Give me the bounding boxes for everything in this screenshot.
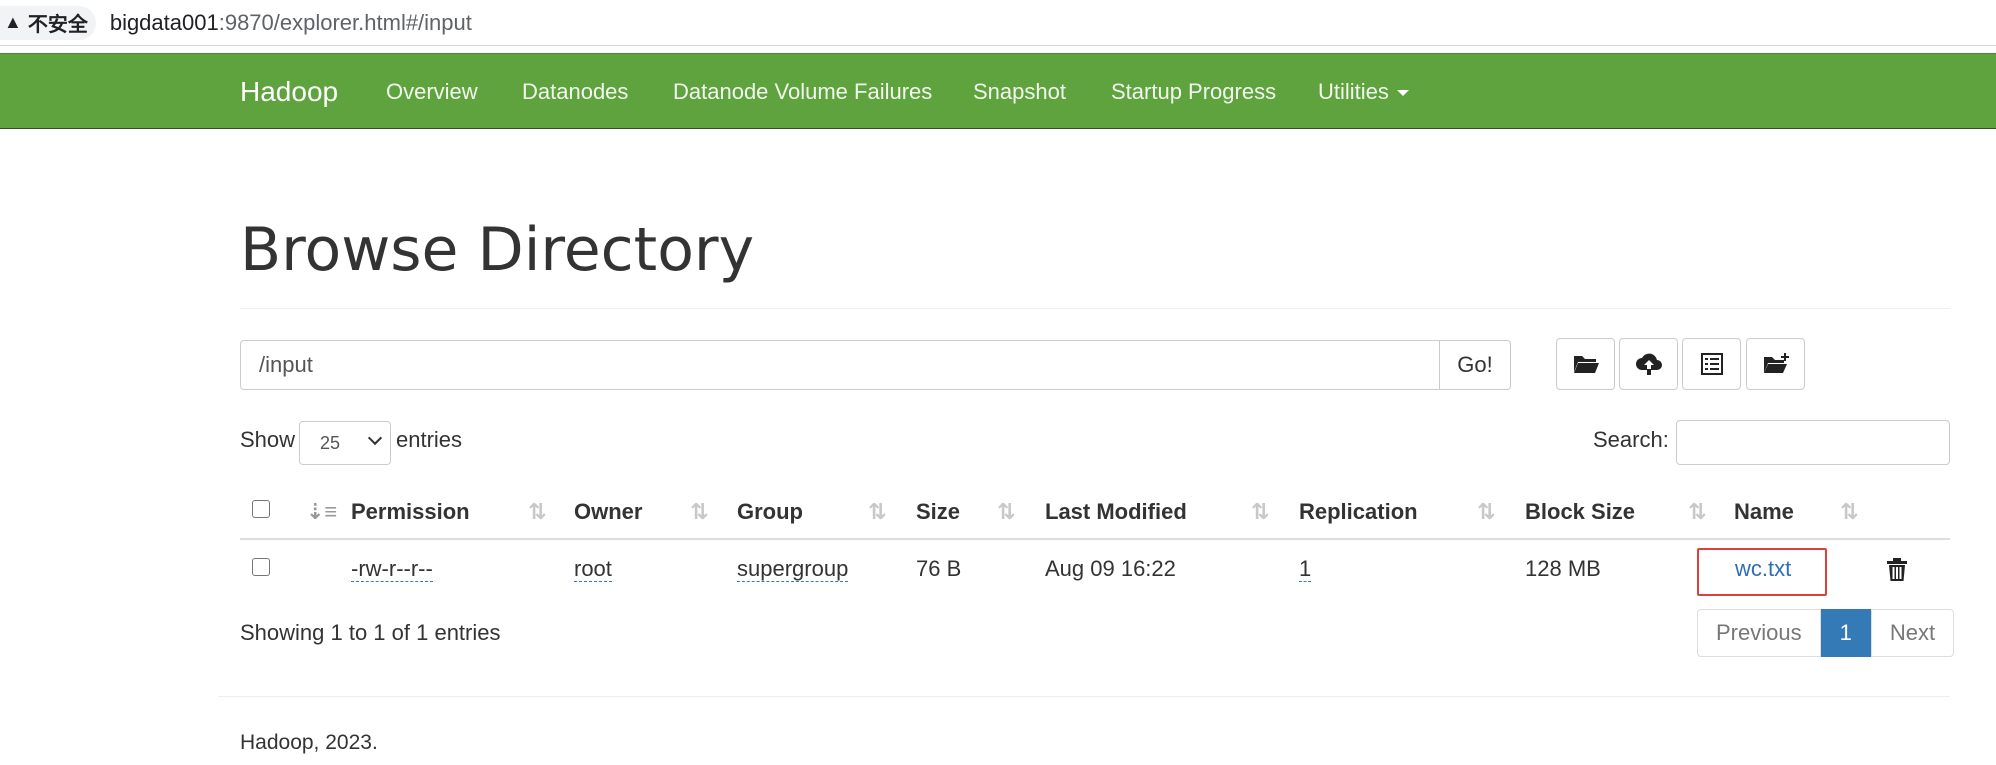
- nav-item-datanodes[interactable]: Datanodes: [522, 54, 628, 130]
- sort-icon[interactable]: ⇅: [690, 484, 708, 540]
- next-page-button[interactable]: Next: [1870, 609, 1955, 657]
- browser-address-bar[interactable]: ▲ 不安全 bigdata001:9870/explorer.html#/inp…: [0, 0, 1996, 46]
- cell-permission[interactable]: -rw-r--r--: [351, 540, 433, 598]
- previous-page-button[interactable]: Previous: [1697, 609, 1821, 657]
- cloud-upload-icon: [1635, 353, 1662, 375]
- column-header-owner[interactable]: Owner: [574, 484, 642, 540]
- nav-item-datanode-volume-failures[interactable]: Datanode Volume Failures: [673, 54, 932, 130]
- permission-value: -rw-r--r--: [351, 556, 433, 582]
- nav-item-utilities[interactable]: Utilities: [1318, 54, 1409, 130]
- column-header-name[interactable]: Name: [1734, 484, 1794, 540]
- table-info: Showing 1 to 1 of 1 entries: [240, 620, 501, 645]
- chevron-down-icon: [367, 430, 383, 446]
- cell-size: 76 B: [916, 556, 962, 581]
- sort-icon[interactable]: ⇅: [1840, 484, 1858, 540]
- url-path: :9870/explorer.html#/input: [218, 9, 472, 35]
- top-navbar: Hadoop Overview Datanodes Datanode Volum…: [0, 53, 1996, 129]
- title-divider: [240, 308, 1950, 309]
- entries-per-page-select[interactable]: 25: [299, 421, 391, 465]
- column-header-block-size[interactable]: Block Size: [1525, 484, 1635, 540]
- open-directory-button[interactable]: [1556, 338, 1615, 390]
- new-folder-icon: [1763, 353, 1789, 373]
- owner-value: root: [574, 556, 612, 582]
- search-label: Search:: [1593, 427, 1669, 452]
- cell-last-modified: Aug 09 16:22: [1045, 556, 1176, 581]
- list-view-button[interactable]: [1682, 338, 1741, 390]
- nav-item-overview[interactable]: Overview: [386, 54, 478, 130]
- table-row: -rw-r--r-- root supergroup 76 B Aug 09 1…: [240, 540, 1950, 598]
- group-value: supergroup: [737, 556, 849, 582]
- security-label: 不安全: [27, 14, 88, 36]
- folder-open-icon: [1573, 356, 1599, 373]
- go-button[interactable]: Go!: [1439, 340, 1511, 390]
- url-host: bigdata001: [109, 9, 219, 35]
- security-indicator[interactable]: ▲ 不安全: [0, 5, 96, 40]
- sort-asc-icon[interactable]: ⇣≡: [306, 484, 337, 540]
- column-header-size[interactable]: Size: [916, 484, 960, 540]
- cell-block-size: 128 MB: [1525, 556, 1601, 581]
- page-1-button[interactable]: 1: [1820, 609, 1871, 657]
- footer-text: Hadoop, 2023.: [240, 731, 378, 754]
- column-header-permission[interactable]: Permission: [351, 484, 470, 540]
- sort-icon[interactable]: ⇅: [1251, 484, 1269, 540]
- column-header-replication[interactable]: Replication: [1299, 484, 1418, 540]
- caret-down-icon: [1396, 90, 1409, 97]
- row-select-checkbox[interactable]: [252, 558, 270, 576]
- table-header: ⇣≡ Permission ⇅ Owner ⇅ Group ⇅ Size ⇅ L…: [240, 484, 1950, 540]
- replication-value: 1: [1299, 556, 1312, 582]
- nav-item-utilities-label: Utilities: [1318, 79, 1389, 104]
- sort-icon[interactable]: ⇅: [528, 484, 546, 540]
- column-header-last-modified[interactable]: Last Modified: [1045, 484, 1187, 540]
- cell-group[interactable]: supergroup: [737, 540, 849, 598]
- show-label: Show: [240, 427, 296, 452]
- cell-owner[interactable]: root: [574, 540, 612, 598]
- warning-icon: ▲: [4, 12, 22, 32]
- nav-item-snapshot[interactable]: Snapshot: [973, 54, 1066, 130]
- footer-divider: [218, 696, 1950, 697]
- nav-item-startup-progress[interactable]: Startup Progress: [1111, 54, 1276, 130]
- list-icon: [1700, 353, 1723, 375]
- column-header-group[interactable]: Group: [737, 484, 803, 540]
- create-directory-button[interactable]: [1746, 338, 1805, 390]
- upload-button[interactable]: [1619, 338, 1678, 390]
- sort-icon[interactable]: ⇅: [1688, 484, 1706, 540]
- pagination: Previous 1 Next: [1697, 609, 1955, 657]
- select-all-checkbox[interactable]: [252, 500, 270, 518]
- cell-replication[interactable]: 1: [1299, 540, 1312, 598]
- delete-button[interactable]: [1886, 540, 1908, 598]
- search-input[interactable]: [1676, 420, 1950, 465]
- sort-icon[interactable]: ⇅: [1477, 484, 1495, 540]
- trash-icon: [1887, 558, 1907, 582]
- entries-label: entries: [396, 427, 463, 452]
- entries-select-value: 25: [320, 432, 341, 453]
- page-title: Browse Directory: [240, 215, 755, 285]
- sort-icon[interactable]: ⇅: [997, 484, 1015, 540]
- directory-path-input[interactable]: [240, 340, 1440, 390]
- navbar-brand[interactable]: Hadoop: [240, 54, 338, 130]
- annotation-highlight-box: [1697, 548, 1827, 596]
- url-text[interactable]: bigdata001:9870/explorer.html#/input: [110, 10, 472, 36]
- sort-icon[interactable]: ⇅: [868, 484, 886, 540]
